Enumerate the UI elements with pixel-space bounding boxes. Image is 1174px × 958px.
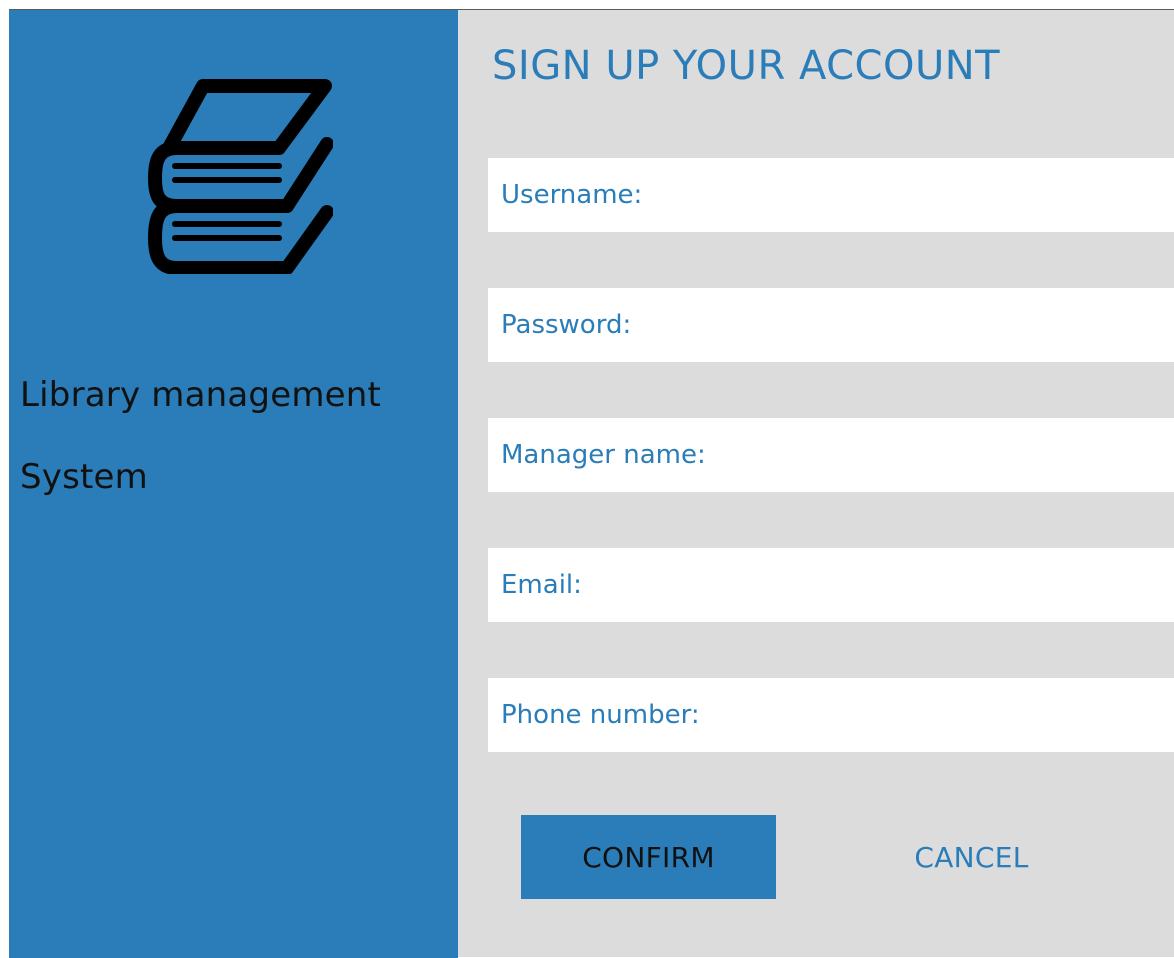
username-field[interactable] [488,158,1174,232]
email-field[interactable] [488,548,1174,622]
cancel-button[interactable]: CANCEL [844,815,1099,899]
signup-window: Library management System SIGN UP YOUR A… [9,9,1174,958]
app-subtitle: System [20,457,148,497]
confirm-button[interactable]: CONFIRM [521,815,776,899]
books-stack-icon [148,79,333,274]
page-title: SIGN UP YOUR ACCOUNT [492,43,1001,89]
phone-number-field[interactable] [488,678,1174,752]
password-field[interactable] [488,288,1174,362]
manager-name-field[interactable] [488,418,1174,492]
sidebar-panel: Library management System [9,10,458,958]
app-title: Library management [20,375,382,415]
